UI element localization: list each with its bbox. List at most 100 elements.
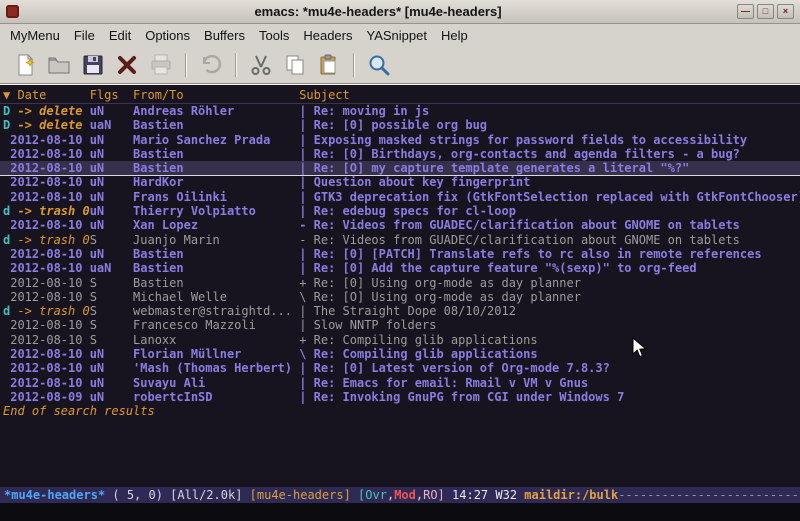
from-cell: Bastien <box>133 247 299 261</box>
message-row[interactable]: 2012-08-10SBastien+ Re: [0] Using org-mo… <box>0 276 800 290</box>
modeline-segment: ----------------------------------------… <box>618 488 800 502</box>
message-row[interactable]: d -> trash 0Swebmaster@straightd...| The… <box>0 304 800 318</box>
minimize-button[interactable]: — <box>737 4 754 19</box>
date-cell: 2012-08-10 <box>3 318 90 332</box>
menu-edit[interactable]: Edit <box>102 26 138 45</box>
window-controls: — □ × <box>737 4 794 19</box>
message-row[interactable]: d -> trash 0uNThierry Volpiatto| Re: ede… <box>0 204 800 218</box>
subject-cell: | Question about key fingerprint <box>299 175 800 189</box>
subject-cell: | Re: [0] [PATCH] Translate refs to rc a… <box>299 247 800 261</box>
from-cell: Bastien <box>133 161 299 175</box>
message-row[interactable]: 2012-08-09uNrobertcInSD| Re: Invoking Gn… <box>0 390 800 404</box>
paste-button[interactable] <box>314 50 344 80</box>
menu-yasnippet[interactable]: YASnippet <box>359 26 433 45</box>
message-row[interactable]: 2012-08-10uNFrans Oilinki| GTK3 deprecat… <box>0 190 800 204</box>
message-row[interactable]: 2012-08-10SLanoxx+ Re: Compiling glib ap… <box>0 333 800 347</box>
message-row[interactable]: 2012-08-10uNMario Sanchez Prada| Exposin… <box>0 133 800 147</box>
flags-cell: uN <box>90 133 133 147</box>
end-of-search-results: End of search results <box>0 404 800 418</box>
menu-mymenu[interactable]: MyMenu <box>3 26 67 45</box>
subject-cell: | Re: [0] possible org bug <box>299 118 800 132</box>
print-button <box>146 50 176 80</box>
message-row[interactable]: 2012-08-10uNBastien| Re: [0] [PATCH] Tra… <box>0 247 800 261</box>
toolbar-separator <box>235 53 237 77</box>
message-row[interactable]: D -> deleteuaNBastien| Re: [0] possible … <box>0 118 800 132</box>
message-row[interactable]: 2012-08-10SFrancesco Mazzoli| Slow NNTP … <box>0 318 800 332</box>
flags-cell: uN <box>90 247 133 261</box>
menu-file[interactable]: File <box>67 26 102 45</box>
subject-cell: | Re: Emacs for email: Rmail v VM v Gnus <box>299 376 800 390</box>
menu-options[interactable]: Options <box>138 26 197 45</box>
message-row[interactable]: 2012-08-10uaNBastien| Re: [0] Add the ca… <box>0 261 800 275</box>
modeline-segment: RO] <box>423 488 445 502</box>
date-cell: d -> trash 0 <box>3 304 90 318</box>
search-icon <box>367 53 391 77</box>
message-row[interactable]: 2012-08-10uNHardKor| Question about key … <box>0 175 800 189</box>
search-button[interactable] <box>364 50 394 80</box>
window-menu-icon[interactable] <box>6 5 19 18</box>
subject-cell: + Re: [0] Using org-mode as day planner <box>299 276 800 290</box>
message-row[interactable]: 2012-08-10uNFlorian Müllner\ Re: Compili… <box>0 347 800 361</box>
mark-action: -> trash 0 <box>10 233 89 247</box>
column-header-flags[interactable]: Flgs <box>90 87 133 103</box>
message-row[interactable]: 2012-08-10uN'Mash (Thomas Herbert)| Re: … <box>0 361 800 375</box>
from-cell: Florian Müllner <box>133 347 299 361</box>
date-cell: 2012-08-10 <box>3 261 90 275</box>
date-cell: 2012-08-10 <box>3 347 90 361</box>
mark-action: -> delete <box>10 104 82 118</box>
cut-button[interactable] <box>246 50 276 80</box>
column-header-date[interactable]: ▼ Date <box>3 87 90 103</box>
message-list: D -> deleteuNAndreas Röhler| Re: moving … <box>0 104 800 404</box>
date-cell: 2012-08-10 <box>3 361 90 375</box>
menu-headers[interactable]: Headers <box>296 26 359 45</box>
from-cell: webmaster@straightd... <box>133 304 299 318</box>
from-cell: Lanoxx <box>133 333 299 347</box>
menu-buffers[interactable]: Buffers <box>197 26 252 45</box>
message-row[interactable]: 2012-08-10uNBastien| Re: [0] Birthdays, … <box>0 147 800 161</box>
echo-area[interactable] <box>0 503 800 521</box>
message-row[interactable]: 2012-08-10uNSuvayu Ali| Re: Emacs for em… <box>0 376 800 390</box>
subject-cell: | Re: [O] my capture template generates … <box>299 161 800 175</box>
menu-help[interactable]: Help <box>434 26 475 45</box>
flags-cell: uaN <box>90 118 133 132</box>
column-header-subject[interactable]: Subject <box>299 87 800 103</box>
new-file-button[interactable] <box>10 50 40 80</box>
copy-button[interactable] <box>280 50 310 80</box>
date-cell: 2012-08-10 <box>3 376 90 390</box>
save-button[interactable] <box>78 50 108 80</box>
mu4e-headers-buffer[interactable]: ▼ Date Flgs From/To Subject D -> deleteu… <box>0 84 800 487</box>
maximize-button[interactable]: □ <box>757 4 774 19</box>
message-row[interactable]: 2012-08-10uNXan Lopez- Re: Videos from G… <box>0 218 800 232</box>
header-line: ▼ Date Flgs From/To Subject <box>0 87 800 104</box>
message-row[interactable]: 2012-08-10uNBastien| Re: [O] my capture … <box>0 161 800 175</box>
menu-tools[interactable]: Tools <box>252 26 296 45</box>
open-file-button[interactable] <box>44 50 74 80</box>
subject-cell: | Re: moving in js <box>299 104 800 118</box>
date-cell: d -> trash 0 <box>3 204 90 218</box>
subject-cell: + Re: Compiling glib applications <box>299 333 800 347</box>
undo-icon <box>199 53 223 77</box>
subject-cell: | GTK3 deprecation fix (GtkFontSelection… <box>299 190 800 204</box>
modeline[interactable]: *mu4e-headers* ( 5, 0) [All/2.0k] [mu4e-… <box>0 487 800 503</box>
from-cell: Mario Sanchez Prada <box>133 133 299 147</box>
modeline-segment: maildir:/bulk <box>524 488 618 502</box>
column-header-from[interactable]: From/To <box>133 87 299 103</box>
message-row[interactable]: d -> trash 0SJuanjo Marin- Re: Videos fr… <box>0 233 800 247</box>
from-cell: Bastien <box>133 276 299 290</box>
date-cell: D -> delete <box>3 118 90 132</box>
subject-cell: | Re: [0] Latest version of Org-mode 7.8… <box>299 361 800 375</box>
close-button[interactable]: × <box>777 4 794 19</box>
date-cell: 2012-08-10 <box>3 161 90 175</box>
message-row[interactable]: 2012-08-10SMichael Welle\ Re: [O] Using … <box>0 290 800 304</box>
message-row[interactable]: D -> deleteuNAndreas Röhler| Re: moving … <box>0 104 800 118</box>
date-cell: 2012-08-10 <box>3 147 90 161</box>
titlebar[interactable]: emacs: *mu4e-headers* [mu4e-headers] — □… <box>0 0 800 24</box>
modeline-segment: 14:27 W32 <box>445 488 524 502</box>
flags-cell: uN <box>90 390 133 404</box>
emacs-frame: emacs: *mu4e-headers* [mu4e-headers] — □… <box>0 0 800 521</box>
subject-cell: \ Re: [O] Using org-mode as day planner <box>299 290 800 304</box>
date-cell: 2012-08-10 <box>3 333 90 347</box>
flags-cell: uN <box>90 161 133 175</box>
kill-buffer-button[interactable] <box>112 50 142 80</box>
date-cell: 2012-08-09 <box>3 390 90 404</box>
